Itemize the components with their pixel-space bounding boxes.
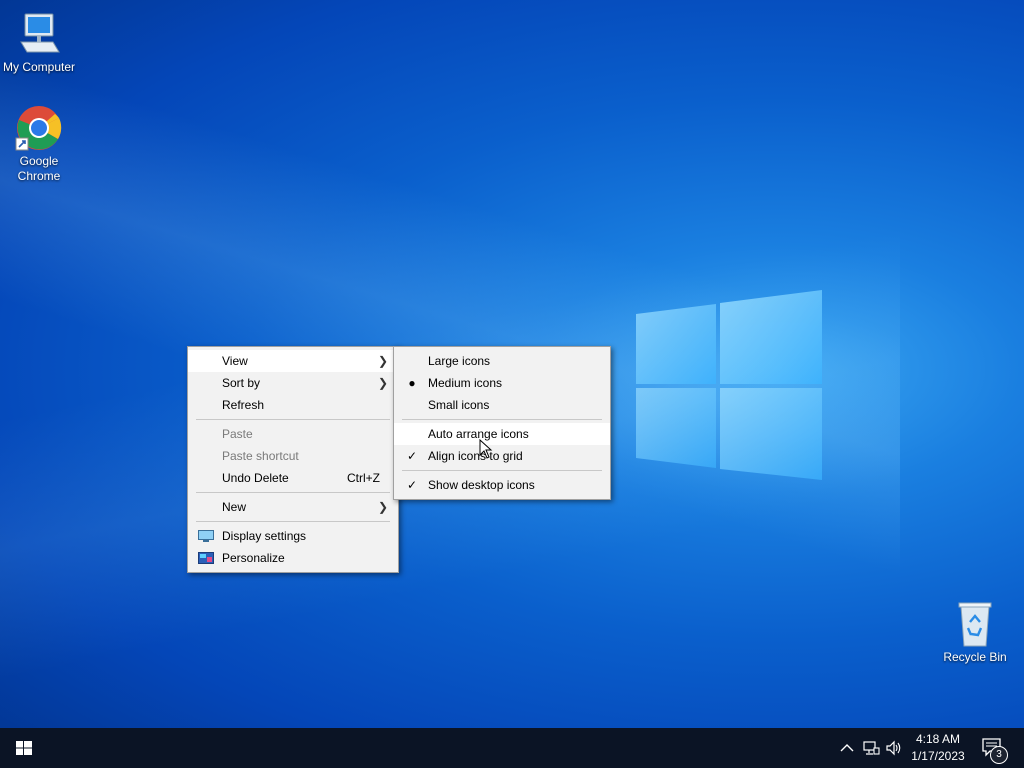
checkmark-icon: ✓ (406, 478, 418, 492)
taskbar: 4:18 AM 1/17/2023 3 (0, 728, 1024, 768)
chevron-up-icon[interactable] (838, 740, 856, 756)
submenu-item-label: Large icons (428, 354, 491, 368)
menu-separator (196, 419, 390, 420)
clock-time: 4:18 AM (915, 732, 961, 746)
display-icon (198, 530, 214, 542)
submenu-item-label: Show desktop icons (428, 478, 535, 492)
submenu-item-medium-icons[interactable]: ● Medium icons (394, 372, 610, 394)
menu-item-view[interactable]: View ❯ (188, 350, 398, 372)
personalize-icon (198, 552, 214, 564)
menu-separator (196, 492, 390, 493)
chrome-icon (15, 104, 63, 152)
menu-item-paste-shortcut[interactable]: Paste shortcut (188, 445, 398, 467)
menu-item-display-settings[interactable]: Display settings (188, 525, 398, 547)
desktop[interactable]: My Computer Google Chrome Recycle Bin Vi… (0, 0, 1024, 728)
windows-logo-wallpaper (636, 290, 822, 480)
desktop-icon-google-chrome[interactable]: Google Chrome (0, 104, 78, 184)
desktop-icon-recycle-bin[interactable]: Recycle Bin (936, 600, 1014, 665)
menu-separator (196, 521, 390, 522)
menu-item-label: Paste (222, 427, 253, 441)
menu-item-label: Sort by (222, 376, 261, 390)
submenu-item-auto-arrange[interactable]: Auto arrange icons (394, 423, 610, 445)
notification-count-badge: 3 (990, 746, 1008, 764)
menu-item-label: Personalize (222, 551, 285, 565)
menu-item-label: New (222, 500, 247, 514)
volume-icon[interactable] (885, 740, 903, 756)
submenu-item-label: Align icons to grid (428, 449, 523, 463)
menu-item-undo-delete[interactable]: Undo Delete Ctrl+Z (188, 467, 398, 489)
view-submenu: Large icons ● Medium icons Small icons A… (393, 346, 611, 500)
menu-item-personalize[interactable]: Personalize (188, 547, 398, 569)
taskbar-clock[interactable]: 4:18 AM 1/17/2023 (904, 731, 972, 765)
submenu-item-small-icons[interactable]: Small icons (394, 394, 610, 416)
chevron-right-icon: ❯ (377, 354, 388, 368)
menu-item-label: Display settings (222, 529, 307, 543)
desktop-icon-label: Google Chrome (17, 154, 61, 183)
network-icon[interactable] (862, 740, 880, 756)
checkmark-icon: ✓ (406, 449, 418, 463)
menu-item-new[interactable]: New ❯ (188, 496, 398, 518)
submenu-item-align-to-grid[interactable]: ✓ Align icons to grid (394, 445, 610, 467)
mouse-cursor-icon (479, 439, 493, 459)
recycle-bin-icon (951, 600, 999, 648)
desktop-context-menu: View ❯ Sort by ❯ Refresh Paste Paste sho… (187, 346, 399, 573)
menu-item-shortcut: Ctrl+Z (347, 471, 380, 485)
clock-date: 1/17/2023 (911, 749, 965, 763)
menu-item-label: Paste shortcut (222, 449, 299, 463)
chevron-right-icon: ❯ (377, 500, 388, 514)
menu-separator (402, 419, 602, 420)
menu-item-label: View (222, 354, 248, 368)
menu-separator (402, 470, 602, 471)
desktop-icon-my-computer[interactable]: My Computer (0, 10, 78, 75)
menu-item-refresh[interactable]: Refresh (188, 394, 398, 416)
radio-bullet-icon: ● (408, 376, 416, 390)
menu-item-label: Refresh (222, 398, 265, 412)
desktop-icon-label: My Computer (2, 60, 76, 74)
submenu-item-label: Medium icons (428, 376, 503, 390)
menu-item-label: Undo Delete (222, 471, 289, 485)
desktop-icon-label: Recycle Bin (943, 650, 1007, 664)
start-button[interactable] (0, 728, 48, 768)
chevron-right-icon: ❯ (377, 376, 388, 390)
submenu-item-large-icons[interactable]: Large icons (394, 350, 610, 372)
submenu-item-show-desktop-icons[interactable]: ✓ Show desktop icons (394, 474, 610, 496)
menu-item-sort-by[interactable]: Sort by ❯ (188, 372, 398, 394)
menu-item-paste[interactable]: Paste (188, 423, 398, 445)
windows-start-icon (16, 741, 32, 755)
submenu-item-label: Small icons (428, 398, 490, 412)
computer-icon (15, 10, 63, 58)
